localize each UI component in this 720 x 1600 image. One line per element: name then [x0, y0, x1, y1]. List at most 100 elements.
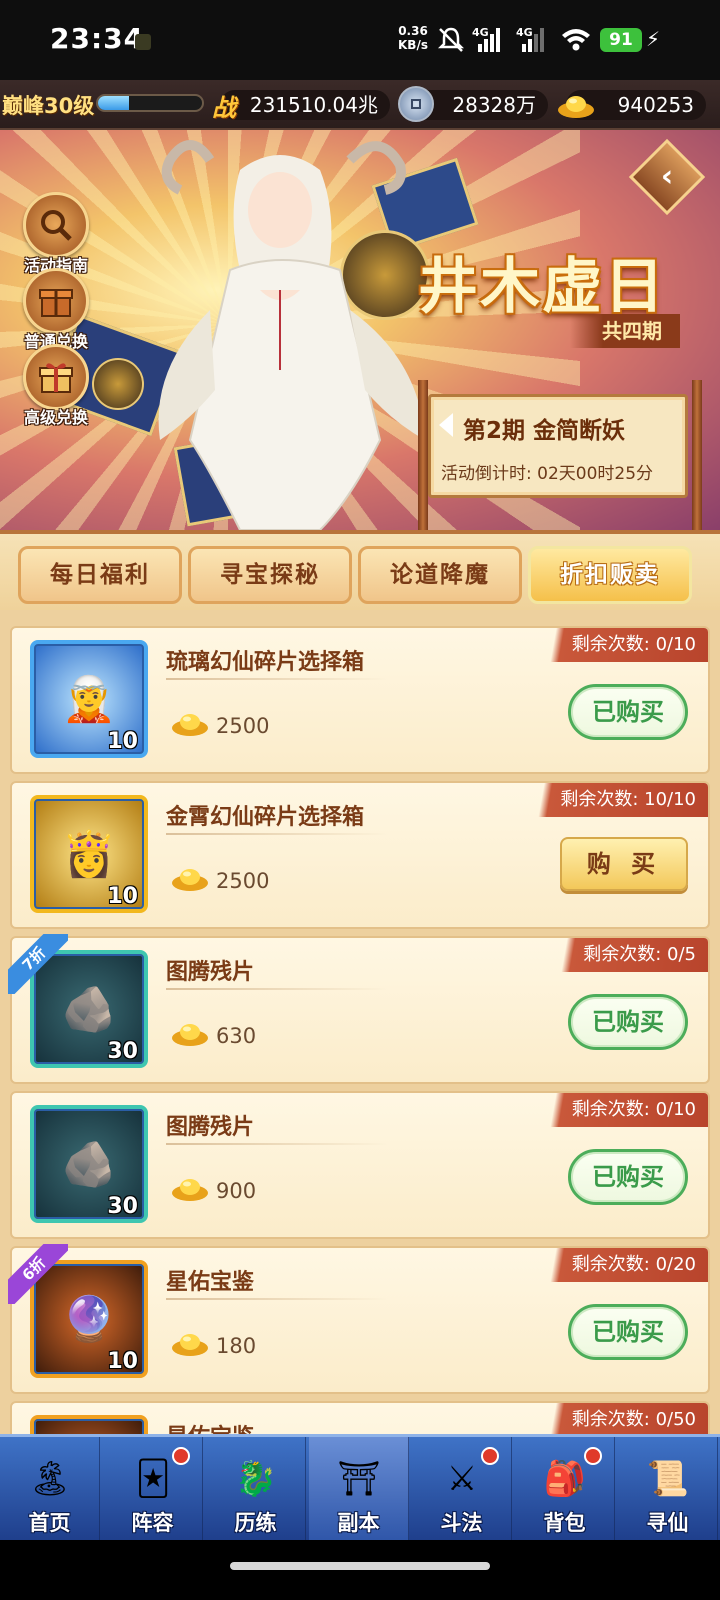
advanced-exchange-button[interactable]: 高级兑换: [16, 344, 96, 428]
tab-treasure-hunt[interactable]: 寻宝探秘: [188, 546, 352, 604]
nav-item-4[interactable]: ⚔ 斗法: [412, 1437, 512, 1543]
item-quantity: 10: [107, 729, 138, 754]
item-name: 星佑宝鉴: [166, 1270, 255, 1295]
item-name: 金霄幻仙碎片选择箱: [166, 805, 365, 830]
tab-bar: 每日福利 寻宝探秘 论道降魔 折扣贩卖: [0, 530, 720, 610]
gesture-bar: [0, 1540, 720, 1600]
item-icon[interactable]: 🧝 10: [30, 640, 148, 758]
divider: [166, 1143, 388, 1145]
back-arrow-icon: ‹: [660, 159, 674, 194]
battery-indicator: 91: [600, 28, 642, 52]
shop-item-card: 👸 10 金霄幻仙碎片选择箱 2500 剩余次数: 10/10 购 买: [10, 781, 710, 929]
notification-badge: [481, 1447, 499, 1465]
nav-item-3[interactable]: ⛩ 副本: [309, 1437, 409, 1543]
period-info-panel: 第2期 金简断妖 活动倒计时: 02天00时25分: [428, 394, 688, 498]
charging-icon: ⚡: [646, 27, 661, 51]
purchased-button[interactable]: 已购买: [568, 994, 688, 1050]
nav-label: 背包: [543, 1511, 586, 1535]
gold-ingot-icon: [172, 1334, 208, 1356]
nav-item-0[interactable]: 🏝 首页: [0, 1437, 100, 1543]
notification-badge: [584, 1447, 602, 1465]
nav-item-2[interactable]: 🐉 历练: [206, 1437, 306, 1543]
magnifier-icon: [23, 192, 89, 258]
decorative-post: [692, 380, 702, 530]
back-button[interactable]: ‹: [628, 138, 706, 216]
notification-badge: [172, 1447, 190, 1465]
remaining-count-badge: 剩余次数: 0/50: [537, 1403, 708, 1437]
home-island-icon: 🏝: [28, 1459, 72, 1499]
previous-period-arrow-icon[interactable]: [439, 413, 453, 437]
gold-ingot-icon: [172, 1179, 208, 1201]
discount-badge: 7折: [8, 934, 68, 994]
item-icon[interactable]: 🪨 30: [30, 1105, 148, 1223]
mute-icon: [437, 27, 465, 52]
item-price: 2500: [216, 714, 270, 738]
gold-ingot-icon: [172, 1024, 208, 1046]
decorative-coin: [92, 358, 144, 410]
player-level: 巅峰30级: [2, 94, 95, 118]
nav-label: 副本: [337, 1511, 380, 1535]
character-illustration: [158, 140, 425, 530]
item-name: 琉璃幻仙碎片选择箱: [166, 650, 365, 675]
item-name: 图腾残片: [166, 1115, 255, 1140]
tab-demon-subduing[interactable]: 论道降魔: [358, 546, 522, 604]
purchased-button[interactable]: 已购买: [568, 1304, 688, 1360]
normal-exchange-button[interactable]: 普通兑换: [16, 268, 96, 352]
notification-icon: [135, 34, 151, 50]
remaining-count-badge: 剩余次数: 0/5: [549, 938, 708, 972]
divider: [166, 988, 388, 990]
signal-bars-1-icon: [478, 28, 500, 52]
remaining-count-badge: 剩余次数: 0/10: [537, 628, 708, 662]
nav-label: 斗法: [440, 1511, 483, 1535]
item-name: 图腾残片: [166, 960, 255, 985]
resource-bar: 巅峰30级 231510.04兆 战 28328万 940253: [0, 80, 720, 130]
item-icon[interactable]: 👸 10: [30, 795, 148, 913]
status-bar: 23:34 0.36 KB/s 4G 4G 91 ⚡: [0, 0, 720, 80]
nav-item-5[interactable]: 🎒 背包: [515, 1437, 615, 1543]
divider: [166, 678, 388, 680]
clock: 23:34: [50, 22, 145, 55]
event-banner: 活动指南 普通兑换 高级兑换 ‹ 井木虚日 共四期 第2期 金简断妖 活动倒计时…: [0, 130, 720, 530]
buy-button[interactable]: 购 买: [560, 837, 688, 891]
gate-icon: ⛩: [337, 1459, 381, 1499]
nav-label: 寻仙: [646, 1511, 689, 1535]
gold-ingot-icon: [558, 96, 594, 118]
shop-item-card: 🪨 30 7折 图腾残片 630 剩余次数: 0/5 已购买: [8, 934, 710, 1084]
event-title: 井木虚日: [418, 252, 666, 322]
bottom-navigation: 🏝 首页 🃏 阵容 🐉 历练 ⛩ 副本 ⚔ 斗法 🎒 背包 📜 寻仙: [0, 1434, 720, 1543]
item-quantity: 30: [107, 1039, 138, 1064]
item-price: 630: [216, 1024, 257, 1048]
purchased-button[interactable]: 已购买: [568, 684, 688, 740]
item-quantity: 30: [107, 1194, 138, 1219]
shop-item-card: 🪨 30 图腾残片 900 剩余次数: 0/10 已购买: [10, 1091, 710, 1239]
item-price: 900: [216, 1179, 257, 1203]
gift-icon: [23, 344, 89, 410]
network-speed: 0.36 KB/s: [398, 24, 428, 52]
item-price: 2500: [216, 869, 270, 893]
activity-guide-button[interactable]: 活动指南: [16, 192, 96, 276]
wifi-icon: [562, 29, 590, 51]
remaining-count-badge: 剩余次数: 10/10: [526, 783, 708, 817]
shop-item-list: 🧝 10 琉璃幻仙碎片选择箱 2500 剩余次数: 0/10 已购买 👸 10 金霄幻仙碎片选择…: [0, 610, 720, 1460]
item-price: 180: [216, 1334, 257, 1358]
signal-bars-2-icon: [522, 28, 544, 52]
scroll-icon: 📜: [646, 1459, 690, 1499]
xp-bar: [96, 94, 204, 112]
coin-icon: [398, 86, 434, 122]
purchased-button[interactable]: 已购买: [568, 1149, 688, 1205]
nav-item-1[interactable]: 🃏 阵容: [103, 1437, 203, 1543]
discount-badge: 6折: [8, 1244, 68, 1304]
nav-label: 首页: [28, 1511, 71, 1535]
gold-ingot-icon: [172, 869, 208, 891]
event-subtitle: 共四期: [570, 314, 680, 348]
nav-item-6[interactable]: 📜 寻仙: [618, 1437, 718, 1543]
shop-item-card: 🔮 10 6折 星佑宝鉴 180 剩余次数: 0/20 已购买: [8, 1244, 710, 1394]
home-indicator[interactable]: [230, 1562, 490, 1570]
nav-label: 历练: [234, 1511, 277, 1535]
item-quantity: 10: [107, 1349, 138, 1374]
tab-discount-sale[interactable]: 折扣贩卖: [528, 546, 692, 604]
countdown-text: 活动倒计时: 02天00时25分: [441, 464, 654, 484]
gold-ingot-icon: [172, 714, 208, 736]
dragon-icon: 🐉: [234, 1459, 278, 1499]
tab-daily-welfare[interactable]: 每日福利: [18, 546, 182, 604]
